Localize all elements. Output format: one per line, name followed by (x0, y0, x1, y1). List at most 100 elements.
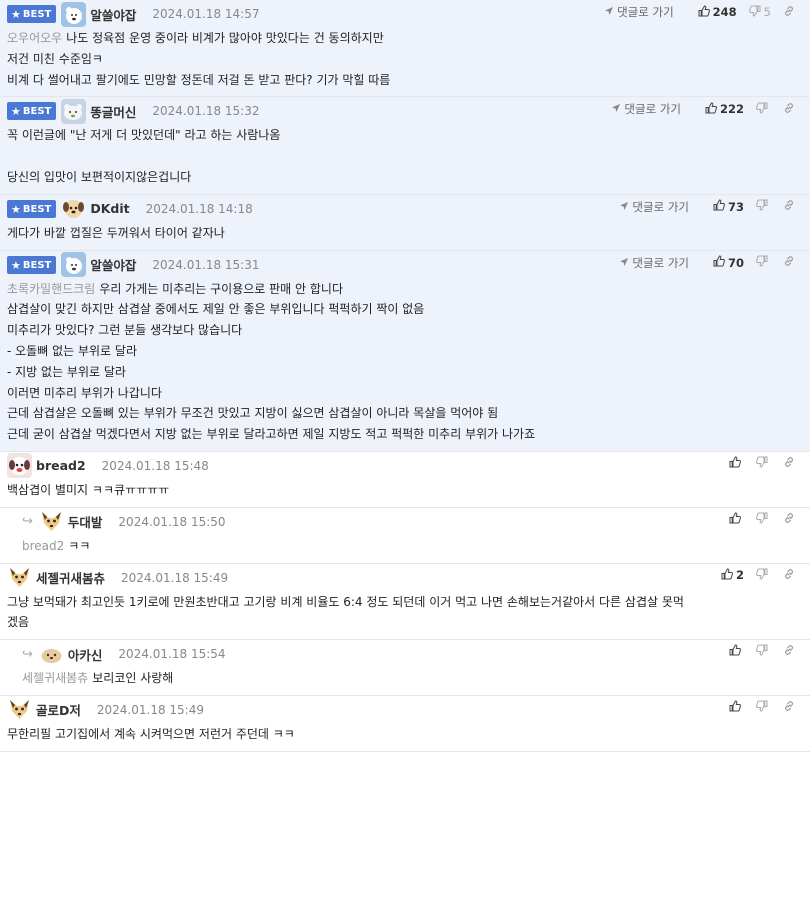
comment-body: 세젤귀새봄츄 보리코인 사랑해 (22, 668, 800, 695)
downvote-button[interactable] (756, 568, 771, 583)
goto-reply-label: 댓글로 가기 (617, 5, 674, 19)
share-link-button[interactable] (783, 568, 798, 583)
downvote-button[interactable] (756, 456, 771, 471)
upvote-button[interactable] (729, 700, 744, 715)
share-link-button[interactable] (783, 199, 798, 214)
comment-actions: 2 (709, 568, 798, 583)
thumbs-up-icon (713, 255, 728, 270)
comment-actions: 댓글로 가기 70 (619, 255, 798, 271)
avatar[interactable] (7, 565, 32, 590)
link-icon (783, 199, 798, 214)
upvote-count: 2 (735, 568, 744, 583)
nickname[interactable]: 골로D저 (36, 700, 81, 719)
best-badge: ★ BEST (7, 5, 57, 23)
comment-line: 게다가 바깥 껍질은 두꺼워서 타이어 같자나 (7, 223, 800, 244)
downvote-button[interactable] (756, 644, 771, 659)
avatar[interactable] (61, 252, 87, 278)
upvote-button[interactable]: 2 (721, 568, 744, 583)
goto-reply-label: 댓글로 가기 (632, 255, 689, 270)
avatar[interactable] (7, 697, 32, 722)
goto-reply-link[interactable]: 댓글로 가기 (619, 255, 689, 271)
downvote-button[interactable] (756, 512, 771, 527)
avatar[interactable] (39, 509, 64, 534)
goto-reply-link[interactable]: 댓글로 가기 (611, 101, 681, 117)
upvote-button[interactable] (729, 644, 744, 659)
upvote-button[interactable]: 70 (713, 255, 744, 270)
comment-body: 백삼겹이 별미지 ㅋㅋ큐ㅠㅠㅠㅠ (7, 480, 800, 507)
comment-header: 골로D저 2024.01.18 15:49 (7, 696, 800, 724)
comment-line: 미추리가 맛있다? 그런 분들 생각보다 많습니다 (7, 320, 800, 341)
goto-reply-label: 댓글로 가기 (624, 102, 681, 117)
upvote-count: 73 (727, 199, 744, 214)
best-badge: ★ BEST (7, 102, 57, 121)
thumbs-down-icon (756, 700, 771, 715)
share-link-button[interactable] (783, 512, 798, 527)
nickname[interactable]: DKdit (90, 201, 129, 216)
upvote-button[interactable] (729, 456, 744, 471)
avatar[interactable] (61, 196, 86, 221)
nickname[interactable]: 두대발 (68, 512, 103, 531)
share-link-button[interactable] (783, 5, 798, 20)
mention-nickname[interactable]: bread2 (22, 539, 64, 553)
comment-text: 우리 가게는 미추리는 구이용으로 판매 안 합니다 (99, 281, 344, 296)
comment-actions (717, 512, 798, 527)
thumbs-down-icon (756, 568, 771, 583)
comment-item: ★ BEST 똥글머신 2024.01.18 15:32 댓글로 가기 222 꼭 이런글에… (0, 97, 810, 195)
nickname[interactable]: 알쓸야잡 (90, 255, 136, 274)
upvote-count: 70 (727, 255, 744, 270)
share-link-button[interactable] (783, 255, 798, 270)
thumbs-down-icon (756, 644, 771, 659)
link-icon (783, 512, 798, 527)
upvote-button[interactable]: 222 (705, 102, 744, 117)
reply-arrow-icon: ↪ (22, 514, 33, 530)
comment-text: 꼭 이런글에 "난 저게 더 맛있던데" 라고 하는 사람나옴 (7, 128, 281, 143)
comment-header: ↪ 아카신 2024.01.18 15:54 (22, 640, 800, 668)
comment-line: 저건 미친 수준임ㅋ (7, 49, 800, 70)
downvote-button[interactable] (756, 700, 771, 715)
timestamp: 2024.01.18 15:31 (152, 257, 260, 272)
comment-item: ★ BEST 알쓸야잡 2024.01.18 14:57 댓글로 가기 248 5 오우어오우… (0, 0, 810, 98)
nickname[interactable]: bread2 (36, 458, 86, 473)
mention-nickname[interactable]: 초록카밀핸드크림 (7, 282, 95, 296)
thumbs-down-icon (756, 512, 771, 527)
downvote-button[interactable]: 5 (748, 5, 771, 20)
star-icon: ★ (11, 202, 21, 216)
nickname[interactable]: 아카신 (68, 645, 103, 664)
share-link-button[interactable] (783, 102, 798, 117)
best-badge: ★ BEST (7, 199, 57, 218)
comment-text: 이러면 미추리 부위가 나갑니다 (7, 385, 162, 400)
star-icon: ★ (11, 258, 21, 272)
reply-comment: ↪ 두대발 2024.01.18 15:50 bread2 ㅋㅋ (0, 508, 810, 564)
comment-header: ↪ 두대발 2024.01.18 15:50 (22, 508, 800, 536)
avatar[interactable] (7, 453, 32, 479)
upvote-button[interactable]: 248 (698, 4, 737, 20)
nickname[interactable]: 똥글머신 (90, 102, 136, 121)
downvote-button[interactable] (756, 102, 771, 117)
comment-line: - 오돌뼈 없는 부위로 달라 (7, 341, 800, 362)
comment-body: 꼭 이런글에 "난 저게 더 맛있던데" 라고 하는 사람나옴 당신의 입맛이 보… (7, 125, 800, 193)
avatar[interactable] (61, 98, 87, 124)
best-label: BEST (22, 106, 52, 118)
nickname[interactable]: 알쓸야잡 (90, 5, 136, 24)
goto-reply-link[interactable]: 댓글로 가기 (604, 4, 674, 20)
nickname[interactable]: 세젤귀새봄츄 (36, 568, 105, 587)
comment-line: 백삼겹이 별미지 ㅋㅋ큐ㅠㅠㅠㅠ (7, 480, 800, 501)
share-link-button[interactable] (783, 644, 798, 659)
share-link-button[interactable] (783, 456, 798, 471)
thumbs-down-icon (756, 199, 771, 214)
share-link-button[interactable] (783, 700, 798, 715)
link-icon (783, 255, 798, 270)
downvote-button[interactable] (756, 255, 771, 270)
send-icon (604, 5, 617, 19)
goto-reply-link[interactable]: 댓글로 가기 (619, 199, 689, 215)
downvote-button[interactable] (756, 199, 771, 214)
link-icon (783, 644, 798, 659)
comment-actions (717, 644, 798, 659)
avatar[interactable] (39, 642, 64, 667)
mention-nickname[interactable]: 오우어오우 (7, 31, 62, 45)
mention-nickname[interactable]: 세젤귀새봄츄 (22, 671, 88, 685)
upvote-button[interactable] (729, 512, 744, 527)
comment-line: 오우어오우 나도 정육점 운영 중이라 비계가 많아야 맛있다는 건 동의하지만 (7, 28, 800, 49)
avatar[interactable] (61, 1, 87, 27)
upvote-button[interactable]: 73 (713, 199, 744, 214)
